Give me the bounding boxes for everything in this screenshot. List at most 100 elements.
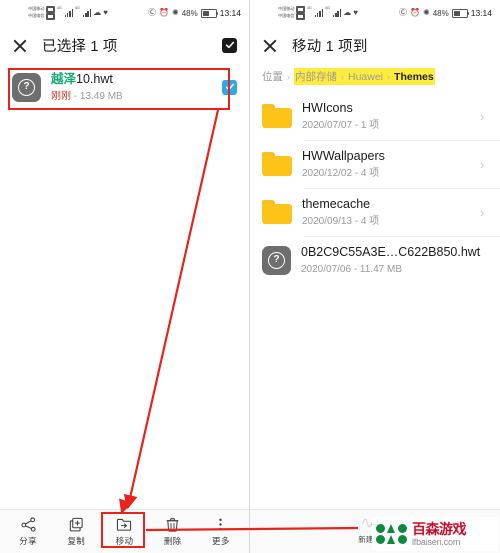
breadcrumb-separator: › xyxy=(341,71,344,82)
breadcrumb-location-label[interactable]: 位置 xyxy=(262,69,283,84)
alarm-icon: ⏰ xyxy=(159,8,169,17)
watermark-text: 百森游戏 lfbaisen.com xyxy=(412,522,467,547)
file-size-label: 13.49 MB xyxy=(79,90,123,102)
list-item[interactable]: ? 0B2C9C55A3E…C622B850.hwt 2020/07/06 - … xyxy=(250,237,500,284)
list-item-meta: 2020/07/06 - 11.47 MB xyxy=(301,263,402,275)
bluetooth-icon: ✺ xyxy=(172,8,179,17)
copy-button[interactable]: 复制 xyxy=(54,516,98,547)
list-item-meta: 2020/12/02 - 4 项 xyxy=(302,167,380,179)
chevron-right-icon[interactable]: › xyxy=(476,110,488,123)
more-button[interactable]: 更多 xyxy=(199,516,243,547)
close-icon[interactable] xyxy=(262,37,278,53)
close-icon[interactable] xyxy=(12,37,28,53)
list-item-name: HWIcons xyxy=(302,101,353,115)
signal-bars-icon-2 xyxy=(82,9,92,17)
move-icon xyxy=(116,516,132,532)
carrier-secondary-label: 中国电信 xyxy=(28,13,45,19)
list-item-text: HWWallpapers 2020/12/02 - 4 项 xyxy=(302,148,466,181)
file-row-checkbox[interactable] xyxy=(222,79,237,95)
battery-icon xyxy=(200,8,219,18)
list-item-meta: 2020/09/13 - 4 项 xyxy=(302,215,380,227)
file-row-text: 越泽10.hwt 刚刚 - 13.49 MB xyxy=(51,71,212,104)
share-button[interactable]: 分享 xyxy=(6,516,50,547)
clock-label: 13:14 xyxy=(219,8,241,18)
left-app-bar: 已选择 1 项 xyxy=(0,26,249,64)
chevron-right-icon[interactable]: › xyxy=(476,158,488,171)
more-icon xyxy=(213,516,228,532)
question-mark-glyph: ? xyxy=(268,251,285,269)
folder-icon xyxy=(262,104,292,128)
breadcrumb-segment-storage[interactable]: 内部存储 xyxy=(295,69,337,84)
list-item-text: HWIcons 2020/07/07 - 1 项 xyxy=(302,100,466,133)
left-phone-screen: 中国移动 中国电信 4G 4G ☁ ♥ Ⓒ ⏰ ✺ 48% 13:14 已选择 … xyxy=(0,0,250,553)
status-bar-right: 中国移动 中国电信 4G 4G ☁ ♥ Ⓒ ⏰ ✺ 48% 13:14 xyxy=(250,0,500,26)
folder-icon xyxy=(262,200,292,224)
hd-icon: Ⓒ xyxy=(148,8,157,17)
network-type-label-2: 4G xyxy=(75,6,80,10)
chevron-right-icon[interactable]: › xyxy=(476,206,488,219)
watermark-logo-icon xyxy=(376,524,407,544)
battery-percent-label: 48% xyxy=(432,8,449,18)
wifi-icon: ☁ xyxy=(93,8,102,17)
file-meta-separator: - xyxy=(71,90,80,102)
right-folder-list: HWIcons 2020/07/07 - 1 项 › HWWallpapers … xyxy=(250,93,500,284)
file-meta-label: 刚刚 - 13.49 MB xyxy=(51,89,212,104)
list-item[interactable]: HWIcons 2020/07/07 - 1 项 › xyxy=(250,93,500,140)
watermark: 百森游戏 lfbaisen.com xyxy=(372,517,498,551)
carrier-secondary-label: 中国电信 xyxy=(278,13,295,19)
list-item[interactable]: HWWallpapers 2020/12/02 - 4 项 › xyxy=(250,141,500,188)
list-item[interactable]: themecache 2020/09/13 - 4 项 › xyxy=(250,189,500,236)
selected-file-row[interactable]: ? 越泽10.hwt 刚刚 - 13.49 MB xyxy=(0,64,249,111)
delete-button[interactable]: 删除 xyxy=(151,516,195,547)
network-type-label-2: 4G xyxy=(325,6,330,10)
checkmark-icon xyxy=(225,41,234,49)
select-all-checkbox[interactable] xyxy=(222,37,237,53)
left-file-list: ? 越泽10.hwt 刚刚 - 13.49 MB xyxy=(0,64,249,111)
share-label: 分享 xyxy=(19,536,37,546)
share-icon xyxy=(21,516,36,532)
copy-icon xyxy=(69,516,84,532)
vpn-icon: ♥ xyxy=(103,8,108,17)
list-item-name: HWWallpapers xyxy=(302,148,385,163)
right-app-bar: 移动 1 项到 xyxy=(250,26,500,64)
copy-label: 复制 xyxy=(67,536,86,546)
battery-percent-label: 48% xyxy=(181,8,198,18)
breadcrumb-separator: › xyxy=(287,71,290,82)
carrier-primary-label: 中国移动 xyxy=(28,6,45,12)
breadcrumb-segment-huawei[interactable]: Huawei xyxy=(348,71,383,83)
file-time-label: 刚刚 xyxy=(51,90,71,102)
carrier-labels: 中国移动 中国电信 xyxy=(278,6,305,20)
file-name-highlight: 越泽 xyxy=(51,72,77,86)
status-bar-right-cluster: Ⓒ ⏰ ✺ 48% 13:14 xyxy=(148,8,241,18)
checkmark-icon xyxy=(225,84,234,91)
sim1-badge-icon xyxy=(45,6,55,13)
list-item-name: 0B2C9C55A3E…C622B850.hwt xyxy=(301,244,481,259)
battery-icon xyxy=(451,8,470,18)
list-item-text: themecache 2020/09/13 - 4 项 xyxy=(302,196,466,229)
move-label: 移动 xyxy=(115,536,134,546)
wifi-icon: ☁ xyxy=(343,8,352,17)
breadcrumb-segment-themes[interactable]: Themes xyxy=(394,71,434,83)
list-item-name: themecache xyxy=(302,196,371,211)
network-type-label-1: 4G xyxy=(306,6,312,10)
breadcrumb: 位置 › 内部存储 › Huawei › Themes xyxy=(250,64,500,93)
question-mark-glyph: ? xyxy=(18,78,35,96)
signal-bars-icon-1 xyxy=(64,9,74,17)
carrier-primary-label: 中国移动 xyxy=(278,6,295,12)
left-page-title: 已选择 1 项 xyxy=(42,38,118,55)
folder-icon xyxy=(262,152,292,176)
unknown-file-icon: ? xyxy=(262,245,291,275)
carrier-labels: 中国移动 中国电信 xyxy=(28,6,55,20)
sim2-badge-icon xyxy=(45,13,55,20)
clock-label: 13:14 xyxy=(470,8,492,18)
file-name-rest: 10.hwt xyxy=(76,72,113,86)
dual-screenshot-container: 中国移动 中国电信 4G 4G ☁ ♥ Ⓒ ⏰ ✺ 48% 13:14 已选择 … xyxy=(0,0,500,553)
alarm-icon: ⏰ xyxy=(410,8,420,17)
list-item-meta: 2020/07/07 - 1 项 xyxy=(302,119,380,131)
unknown-file-icon: ? xyxy=(12,72,41,102)
network-type-label-1: 4G xyxy=(56,6,62,10)
status-bar-right-cluster: Ⓒ ⏰ ✺ 48% 13:14 xyxy=(399,8,492,18)
move-button[interactable]: 移动 xyxy=(102,516,146,547)
status-bar-left: 中国移动 中国电信 4G 4G ☁ ♥ Ⓒ ⏰ ✺ 48% 13:14 xyxy=(0,0,249,26)
right-page-title: 移动 1 项到 xyxy=(292,38,368,55)
